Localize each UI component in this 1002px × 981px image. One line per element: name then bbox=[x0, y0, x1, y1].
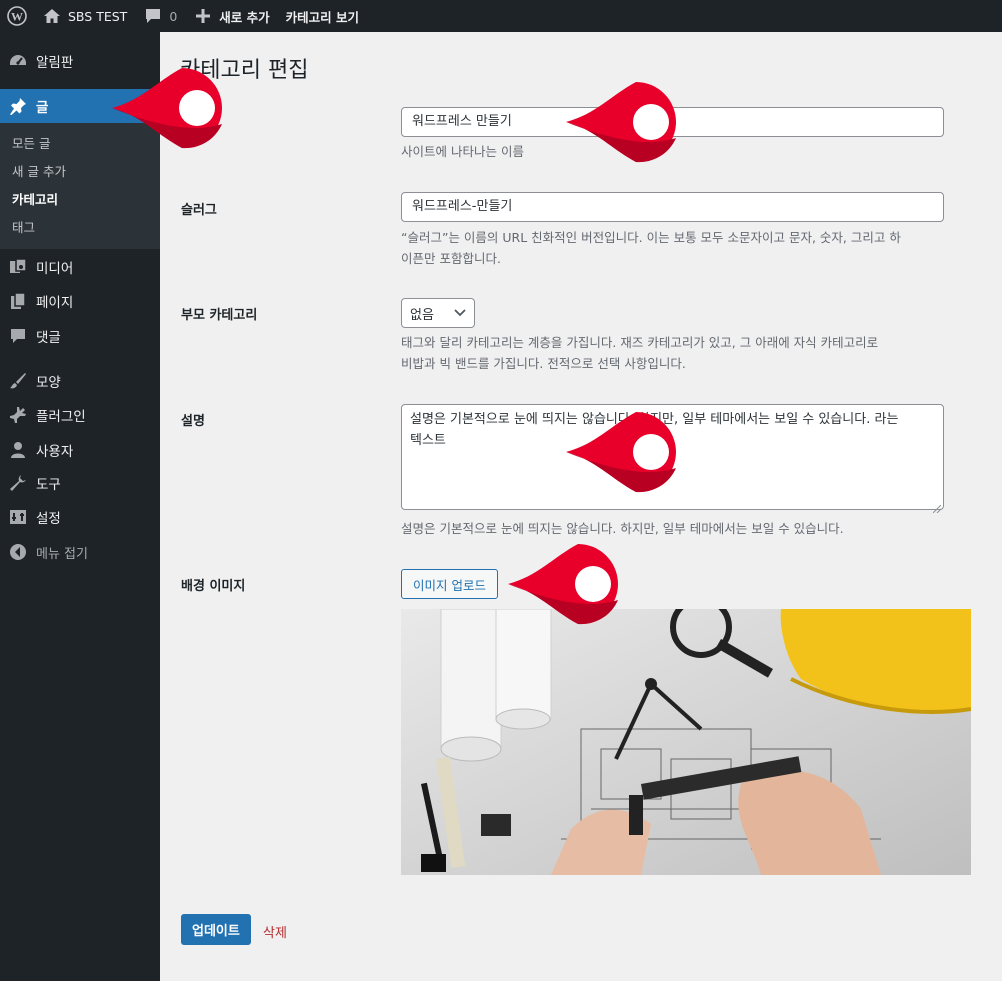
parent-category-value: 없음 bbox=[410, 307, 434, 323]
menu-item-users[interactable]: 사용자 bbox=[0, 433, 160, 467]
slug-description-line-2: 이픈만 포함합니다. bbox=[401, 251, 501, 266]
admin-sidebar: 알림판 글 모든 글 새 글 추가 카테고리 태그 미디어 페이지 댓글 모양 bbox=[0, 32, 160, 981]
menu-label: 미디어 bbox=[36, 261, 74, 277]
map-pin-icon bbox=[112, 64, 240, 152]
new-content-link[interactable]: 새로 추가 bbox=[185, 0, 277, 32]
parent-description-line-1: 태그와 달리 카테고리는 계층을 가집니다. 재즈 카테고리가 있고, 그 아래… bbox=[401, 335, 879, 350]
menu-label: 페이지 bbox=[36, 295, 74, 311]
description-help: 설명은 기본적으로 눈에 띄지는 않습니다. 하지만, 일부 테마에서는 보일 … bbox=[401, 521, 844, 536]
home-icon bbox=[42, 6, 62, 26]
plus-icon bbox=[193, 6, 213, 26]
users-icon bbox=[0, 441, 36, 459]
description-label: 설명 bbox=[181, 414, 205, 429]
site-name-link[interactable]: SBS TEST bbox=[34, 0, 135, 32]
slug-label: 슬러그 bbox=[181, 203, 217, 218]
site-name: SBS TEST bbox=[68, 8, 128, 24]
menu-label: 글 bbox=[36, 100, 49, 116]
comment-bubble-icon bbox=[143, 6, 163, 26]
submenu-all-posts[interactable]: 모든 글 bbox=[12, 134, 50, 154]
new-content-label: 새로 추가 bbox=[219, 9, 270, 25]
parent-description-line-2: 비밥과 빅 밴드를 가집니다. 전적으로 선택 사항입니다. bbox=[401, 356, 686, 371]
view-category-link[interactable]: 카테고리 보기 bbox=[278, 0, 367, 32]
delete-link[interactable]: 삭제 bbox=[263, 922, 287, 941]
menu-item-appearance[interactable]: 모양 bbox=[0, 364, 160, 398]
appearance-icon bbox=[0, 372, 36, 390]
slug-input[interactable]: 워드프레스-만들기 bbox=[401, 192, 944, 222]
menu-label: 도구 bbox=[36, 477, 61, 493]
plugins-icon bbox=[0, 406, 36, 424]
menu-label: 메뉴 접기 bbox=[36, 546, 88, 562]
comments-count: 0 bbox=[169, 8, 178, 24]
wordpress-logo-icon[interactable]: W bbox=[0, 0, 34, 32]
pages-icon bbox=[0, 292, 36, 310]
menu-item-tools[interactable]: 도구 bbox=[0, 466, 160, 500]
dashboard-icon bbox=[0, 52, 36, 70]
menu-item-plugins[interactable]: 플러그인 bbox=[0, 398, 160, 432]
chevron-down-icon bbox=[454, 306, 466, 321]
admin-bar: W SBS TEST 0 새로 추가 카테고리 보기 bbox=[0, 0, 1002, 32]
upload-image-button[interactable]: 이미지 업로드 bbox=[401, 569, 498, 599]
collapse-icon bbox=[0, 543, 36, 561]
menu-item-comments[interactable]: 댓글 bbox=[0, 319, 160, 353]
main-content: 카테고리 편집 이름 워드프레스 만들기 사이트에 나타나는 이름 슬러그 워드… bbox=[160, 32, 1002, 981]
menu-label: 모양 bbox=[36, 375, 61, 391]
background-image-label: 배경 이미지 bbox=[181, 579, 246, 594]
comments-link[interactable]: 0 bbox=[135, 0, 185, 32]
svg-text:W: W bbox=[11, 10, 23, 24]
name-description: 사이트에 나타나는 이름 bbox=[401, 144, 524, 159]
map-pin-icon bbox=[566, 408, 694, 496]
map-pin-icon bbox=[508, 540, 636, 628]
update-button[interactable]: 업데이트 bbox=[181, 914, 251, 945]
menu-label: 댓글 bbox=[36, 330, 61, 346]
comments-icon bbox=[0, 327, 36, 345]
submenu-add-new[interactable]: 새 글 추가 bbox=[12, 162, 66, 182]
background-image-preview bbox=[401, 609, 971, 875]
slug-description-line-1: “슬러그”는 이름의 URL 친화적인 버전입니다. 이는 보통 모두 소문자이… bbox=[401, 230, 901, 245]
menu-label: 플러그인 bbox=[36, 409, 86, 425]
submenu-tags[interactable]: 태그 bbox=[12, 218, 35, 238]
tools-icon bbox=[0, 474, 36, 492]
collapse-menu-button[interactable]: 메뉴 접기 bbox=[0, 535, 160, 569]
parent-category-select[interactable]: 없음 bbox=[401, 298, 475, 328]
menu-item-pages[interactable]: 페이지 bbox=[0, 284, 160, 318]
menu-item-settings[interactable]: 설정 bbox=[0, 500, 160, 534]
menu-item-media[interactable]: 미디어 bbox=[0, 250, 160, 284]
menu-label: 사용자 bbox=[36, 444, 74, 460]
map-pin-icon bbox=[566, 78, 694, 166]
resize-grip-icon[interactable] bbox=[932, 499, 942, 514]
menu-label: 설정 bbox=[36, 511, 61, 527]
settings-icon bbox=[0, 508, 36, 526]
pushpin-icon bbox=[0, 97, 36, 115]
submenu-categories[interactable]: 카테고리 bbox=[12, 190, 58, 210]
media-icon bbox=[0, 258, 36, 276]
menu-label: 알림판 bbox=[36, 55, 74, 71]
parent-category-label: 부모 카테고리 bbox=[181, 308, 258, 323]
